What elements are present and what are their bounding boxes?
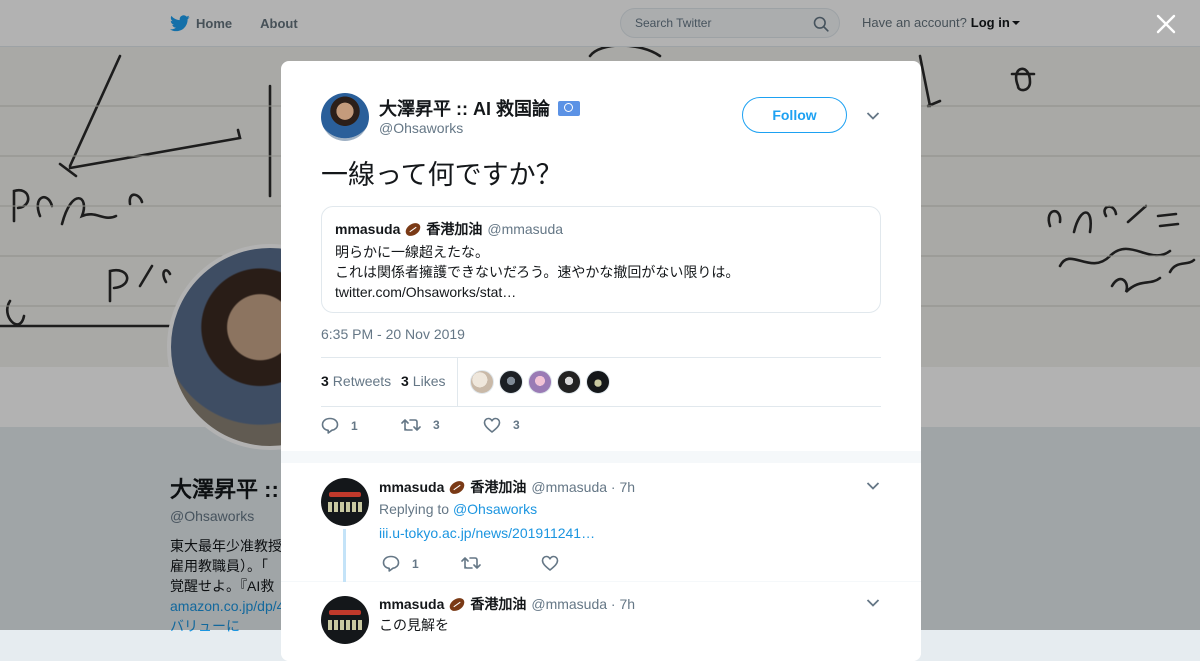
tweet-stats: 3 Retweets 3 Likes	[321, 357, 881, 407]
like-action[interactable]: 3	[483, 417, 520, 433]
likes-count: 3	[401, 373, 409, 389]
retweets-stat[interactable]: 3 Retweets	[321, 373, 391, 389]
author-handle[interactable]: @Ohsaworks	[379, 120, 463, 136]
retweets-label: Retweets	[332, 373, 392, 389]
author-name-row[interactable]: 大澤昇平 :: AI 救国論	[379, 95, 580, 121]
quoted-tweet-line: これは関係者擁護できないだろう。速やかな撤回がない限りは。	[335, 264, 740, 280]
reply-header: mmasuda 香港加油 @mmasuda · 7h	[379, 477, 635, 497]
reply-header: mmasuda 香港加油 @mmasuda · 7h	[379, 594, 635, 614]
tweet-timestamp[interactable]: 6:35 PM - 20 Nov 2019	[321, 326, 465, 342]
replying-to-handle[interactable]: @Ohsaworks	[453, 501, 537, 517]
like-count: 3	[513, 418, 520, 432]
reply-like-action[interactable]	[541, 555, 559, 571]
reply-count: 1	[351, 418, 358, 433]
reply-retweet-action[interactable]	[461, 555, 481, 571]
reply-text: iii.u-tokyo.ac.jp/news/201911241…	[379, 525, 595, 541]
follow-button[interactable]: Follow	[742, 97, 847, 133]
retweet-count: 3	[433, 418, 440, 432]
likes-stat[interactable]: 3 Likes	[401, 373, 445, 389]
stats-divider	[457, 358, 458, 406]
liker-avatar[interactable]	[528, 370, 552, 394]
retweets-count: 3	[321, 373, 329, 389]
quoted-author-name: mmasuda	[335, 221, 401, 237]
chevron-down-icon[interactable]	[866, 481, 880, 491]
reply-tweet[interactable]: mmasuda 香港加油 @mmasuda · 7h この見解を	[281, 582, 921, 661]
replying-to-prefix: Replying to	[379, 501, 450, 517]
close-icon[interactable]	[1154, 12, 1178, 36]
author-name: 大澤昇平 :: AI 救国論	[379, 99, 550, 119]
reply-text: この見解を	[379, 617, 449, 633]
un-flag-icon	[558, 100, 580, 116]
quoted-tweet-body: 明らかに一線超えたな。 これは関係者擁護できないだろう。速やかな撤回がない限りは…	[335, 242, 867, 302]
tweet-text: 一線って何ですか？	[321, 160, 563, 190]
football-icon	[447, 594, 468, 614]
reply-link[interactable]: iii.u-tokyo.ac.jp/news/201911241…	[379, 525, 595, 541]
reply-author-name[interactable]: mmasuda	[379, 479, 444, 495]
reply-action[interactable]: 1	[321, 417, 358, 434]
reply-author-avatar[interactable]	[321, 596, 369, 644]
liker-avatar[interactable]	[499, 370, 523, 394]
reply-tweet[interactable]: mmasuda 香港加油 @mmasuda · 7h Replying to @…	[281, 463, 921, 581]
heart-icon	[483, 417, 501, 433]
reply-meta: @mmasuda · 7h	[531, 479, 636, 495]
quoted-author-name-suffix: 香港加油	[426, 221, 483, 237]
retweet-icon	[461, 557, 481, 569]
football-icon	[403, 219, 424, 239]
replying-to-line: Replying to @Ohsaworks	[379, 501, 537, 517]
quoted-tweet-link[interactable]: twitter.com/Ohsaworks/stat…	[335, 282, 867, 302]
reply-meta: @mmasuda · 7h	[531, 596, 636, 612]
reply-icon	[382, 555, 400, 572]
author-avatar[interactable]	[321, 93, 369, 141]
retweet-icon	[401, 419, 421, 431]
liker-avatar[interactable]	[557, 370, 581, 394]
quoted-tweet-header: mmasuda 香港加油 @mmasuda	[335, 219, 867, 239]
retweet-action[interactable]: 3	[401, 417, 440, 433]
liker-avatar[interactable]	[470, 370, 494, 394]
chevron-down-icon[interactable]	[866, 598, 880, 608]
reply-icon	[321, 417, 339, 434]
football-icon	[447, 477, 468, 497]
quoted-tweet-line: 明らかに一線超えたな。	[335, 244, 489, 260]
reply-author-avatar[interactable]	[321, 478, 369, 526]
reply-author-name[interactable]: mmasuda	[379, 596, 444, 612]
reply-author-name-suffix: 香港加油	[470, 479, 527, 495]
quoted-tweet[interactable]: mmasuda 香港加油 @mmasuda 明らかに一線超えたな。 これは関係者…	[321, 206, 881, 313]
reply-author-name-suffix: 香港加油	[470, 596, 527, 612]
tweet-modal: 大澤昇平 :: AI 救国論 @Ohsaworks Follow 一線って何です…	[281, 61, 921, 661]
chevron-down-icon[interactable]	[866, 111, 880, 121]
quoted-author-handle: @mmasuda	[487, 221, 564, 237]
reply-reply-action[interactable]: 1	[382, 555, 419, 572]
liker-avatar[interactable]	[586, 370, 610, 394]
likes-label: Likes	[412, 373, 446, 389]
heart-icon	[541, 555, 559, 571]
reply-reply-count: 1	[412, 556, 419, 571]
